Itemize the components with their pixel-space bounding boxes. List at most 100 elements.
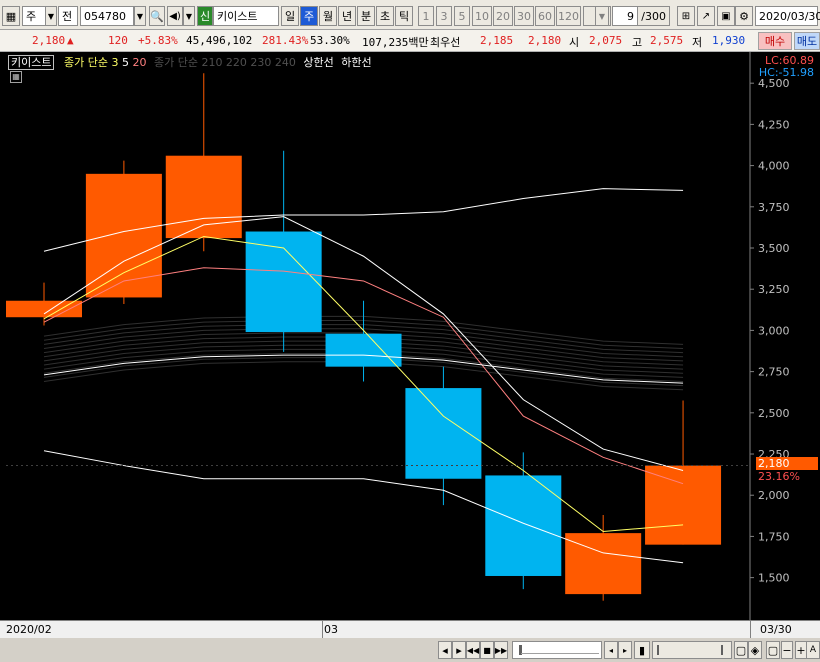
- period-tick-button[interactable]: 틱: [395, 6, 413, 26]
- range-slider-left-handle[interactable]: [657, 645, 659, 655]
- y-tick-label: 3,000: [758, 324, 790, 337]
- speaker-icon[interactable]: ◀): [167, 6, 183, 26]
- hc-indicator: HC:-51.98: [758, 66, 814, 79]
- legend-ma-long: 종가 단순 210 220 230 240: [153, 56, 296, 69]
- buy-button[interactable]: 매도: [794, 32, 820, 50]
- x-label-end: 03/30: [760, 623, 792, 636]
- date-value: 2020/03/30: [759, 9, 820, 23]
- date-input[interactable]: 2020/03/30: [755, 6, 820, 26]
- low-label: 저: [692, 36, 703, 49]
- prefix-field[interactable]: 전: [58, 6, 78, 26]
- y-tick-label: 2,500: [758, 407, 790, 420]
- period-month-button[interactable]: 월: [319, 6, 337, 26]
- interval-20-label: 20: [496, 9, 510, 23]
- interval-dropdown-icon[interactable]: ▼: [595, 6, 609, 26]
- sell-button-label: 매수: [764, 35, 786, 48]
- interval-60-label: 60: [538, 9, 552, 23]
- count-value: 9: [627, 9, 634, 23]
- search-icon[interactable]: 🔍: [149, 6, 165, 26]
- period-tick-label: 틱: [398, 10, 410, 23]
- zoom-out-icon[interactable]: −: [781, 641, 793, 659]
- count-input[interactable]: 9: [612, 6, 638, 26]
- forward-icon[interactable]: ▶▶: [494, 641, 508, 659]
- period-month-label: 월: [322, 10, 334, 23]
- scroll-right-icon[interactable]: ▸: [452, 641, 466, 659]
- interval-120-button[interactable]: 120: [556, 6, 581, 26]
- interval-5-label: 5: [458, 9, 466, 23]
- y-tick-label: 1,750: [758, 530, 790, 543]
- market-type-select[interactable]: 주: [22, 6, 46, 26]
- stock-name-field[interactable]: 키이스트: [213, 6, 279, 26]
- interval-60-button[interactable]: 60: [535, 6, 555, 26]
- zoom-slider[interactable]: [512, 641, 602, 659]
- period-second-button[interactable]: 초: [376, 6, 394, 26]
- legend-stock-name: 키이스트: [8, 55, 55, 70]
- interval-30-button[interactable]: 30: [514, 6, 534, 26]
- y-tick-label: 4,000: [758, 160, 790, 173]
- y-tick-label: 2,750: [758, 366, 790, 379]
- volume-ratio: 281.43%: [262, 34, 309, 47]
- sell-button[interactable]: 매수: [758, 32, 792, 50]
- stock-code-input[interactable]: 054780: [80, 6, 134, 26]
- period-day-button[interactable]: 일: [281, 6, 299, 26]
- stock-name-value: 키이스트: [217, 10, 258, 23]
- market-type-value: 주: [26, 10, 37, 23]
- candle-body: [245, 231, 322, 333]
- stock-code-value: 054780: [84, 9, 126, 23]
- change-percent: +5.83%: [138, 34, 178, 47]
- table-icon[interactable]: ▦: [10, 71, 22, 83]
- interval-20-button[interactable]: 20: [493, 6, 513, 26]
- toolbar: ▦ 주 ▼ 전 054780 ▼ 🔍 ◀) ▼ 신 키이스트 일 주 월 년 분…: [0, 0, 820, 30]
- count-total-value: /300: [641, 9, 666, 23]
- period-year-button[interactable]: 년: [338, 6, 356, 26]
- gear-icon[interactable]: ⚙: [735, 6, 753, 26]
- high-label: 고: [632, 36, 643, 49]
- bottom-bar: ◂ ▸ ◀◀ ■ ▶▶ ◂ ▸ ▮ ▢ ◈ ▢ − + A: [0, 620, 820, 662]
- quote-bar: 2,180 ▲ 120 +5.83% 45,496,102 281.43% 53…: [0, 30, 820, 52]
- period-minute-button[interactable]: 분: [357, 6, 375, 26]
- stop-icon[interactable]: ■: [480, 641, 494, 659]
- rewind-icon[interactable]: ◀◀: [466, 641, 480, 659]
- x-axis-divider: [322, 620, 323, 638]
- count-total: /300: [638, 6, 670, 26]
- pan-icon[interactable]: ▢: [766, 641, 780, 659]
- interval-5-button[interactable]: 5: [454, 6, 470, 26]
- scroll-left-icon[interactable]: ◂: [438, 641, 452, 659]
- candle-type-icon[interactable]: ▮: [634, 641, 650, 659]
- alert-icon[interactable]: ◈: [748, 641, 762, 659]
- candle-body: [645, 465, 722, 545]
- collapse-icon[interactable]: ▢: [734, 641, 748, 659]
- change-arrow-icon: ▲: [67, 34, 74, 47]
- credit-badge-label: 신: [199, 10, 211, 23]
- chart-type-icon[interactable]: ▦: [2, 6, 20, 26]
- chart-line-icon[interactable]: ↗: [697, 6, 715, 26]
- period-second-label: 초: [379, 10, 391, 23]
- jump-start-icon[interactable]: ◂: [604, 641, 618, 659]
- scroll-bar: ◂ ▸ ◀◀ ■ ▶▶ ◂ ▸ ▮ ▢ ◈ ▢ − + A: [0, 639, 820, 662]
- market-type-dropdown-icon[interactable]: ▼: [45, 6, 57, 26]
- jump-end-icon[interactable]: ▸: [618, 641, 632, 659]
- stock-code-dropdown-icon[interactable]: ▼: [134, 6, 146, 26]
- speaker-dropdown-icon[interactable]: ▼: [183, 6, 195, 26]
- legend-ma-label: 종가 단순: [63, 56, 108, 69]
- interval-1-button[interactable]: 1: [418, 6, 434, 26]
- interval-30-label: 30: [517, 9, 531, 23]
- range-slider[interactable]: [652, 641, 732, 659]
- interval-3-button[interactable]: 3: [436, 6, 452, 26]
- period-week-button[interactable]: 주: [300, 6, 318, 26]
- save-icon[interactable]: ▣: [717, 6, 735, 26]
- period-day-label: 일: [284, 10, 296, 23]
- range-slider-right-handle[interactable]: [721, 645, 723, 655]
- auto-scale-icon[interactable]: A: [806, 641, 820, 659]
- period-minute-label: 분: [360, 10, 372, 23]
- interval-120-label: 120: [558, 9, 579, 23]
- price-chart[interactable]: 4,500 4,250 4,000 3,750 3,500 3,250 3,000 2,750…: [0, 52, 820, 620]
- candle-body: [325, 333, 402, 367]
- high-price: 2,575: [650, 34, 684, 47]
- x-axis-strip: [0, 620, 820, 638]
- chart-legend: 키이스트 종가 단순 3 5 20 종가 단순 210 220 230 240 …: [8, 54, 372, 70]
- x-label-feb: 2020/02: [6, 623, 52, 636]
- grid-icon[interactable]: ⊞: [677, 6, 695, 26]
- low-price: 1,930: [712, 34, 746, 47]
- interval-10-button[interactable]: 10: [472, 6, 492, 26]
